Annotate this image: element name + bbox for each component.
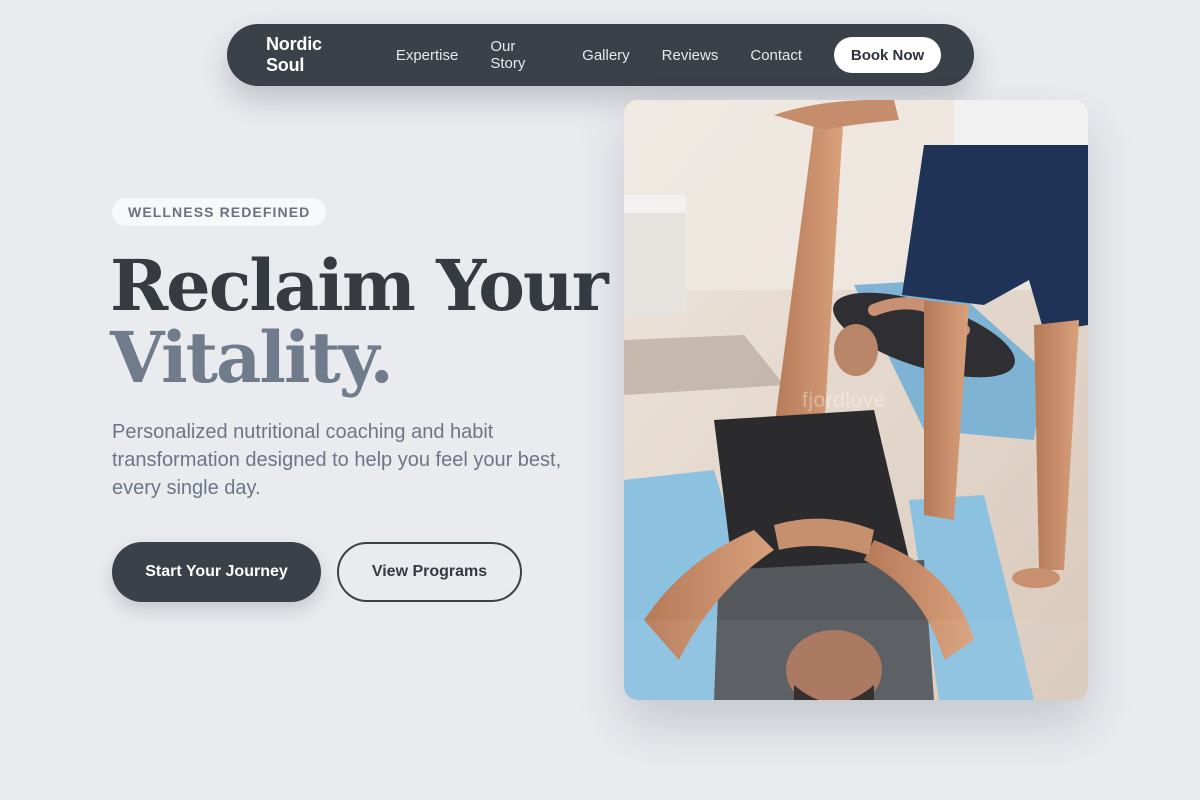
page: Nordic Soul Expertise Our Story Gallery … <box>0 0 1200 800</box>
nav-link-reviews[interactable]: Reviews <box>662 47 719 64</box>
hero-photo: fjordlove <box>624 100 1088 700</box>
photo-watermark: fjordlove <box>802 389 886 412</box>
hero-title-line1: Reclaim Your <box>110 244 609 327</box>
hero-badge: WELLNESS REDEFINED <box>112 198 327 226</box>
nav-links: Expertise Our Story Gallery Reviews Cont… <box>396 38 834 72</box>
book-now-button[interactable]: Book Now <box>834 37 941 73</box>
hero-title: Reclaim Your Vitality. <box>110 244 609 399</box>
nav-link-expertise[interactable]: Expertise <box>396 47 459 64</box>
nav-link-gallery[interactable]: Gallery <box>582 47 630 64</box>
nav-link-contact[interactable]: Contact <box>750 47 802 64</box>
hero-subtitle: Personalized nutritional coaching and ha… <box>112 421 562 499</box>
top-navbar: Nordic Soul Expertise Our Story Gallery … <box>227 24 974 86</box>
nav-link-our-story[interactable]: Our Story <box>490 38 550 72</box>
view-programs-button[interactable]: View Programs <box>337 542 522 602</box>
brand-logo[interactable]: Nordic Soul <box>266 34 364 76</box>
hero-title-line2: Vitality. <box>110 316 394 399</box>
start-journey-button[interactable]: Start Your Journey <box>112 542 321 602</box>
